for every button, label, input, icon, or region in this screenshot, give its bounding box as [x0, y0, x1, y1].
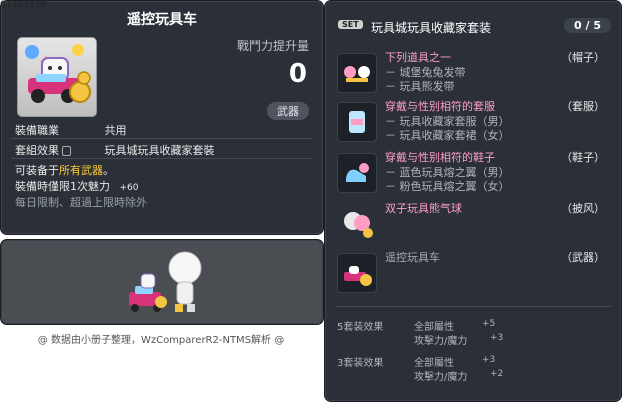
set-item-name: 遥控玩具车	[385, 251, 440, 264]
set-item-shoes: 穿戴与性别相符的鞋子 （鞋子） － 蓝色玩具熔之翼（男） － 粉色玩具熔之翼（女…	[337, 149, 611, 199]
set-panel: SET 玩具城玩具收藏家套装 0 / 5 下列道具之一 （帽子） － 城堡兔兔发…	[324, 0, 622, 402]
set-item-option: － 玩具熊发带	[385, 80, 455, 93]
toy-car-icon	[337, 253, 377, 293]
item-id: 01703339	[0, 0, 46, 10]
set-effect-level: 3套装效果	[337, 358, 384, 369]
item-title: 遥控玩具车	[127, 12, 197, 28]
toy-car-icon	[25, 44, 91, 103]
set-effect-value: 玩具城玩具收藏家套裝	[104, 144, 215, 157]
item-tooltip: 遥控玩具车 戰鬥力提升量 0 武器 裝備職業 共用 套組效果 玩具城玩具收藏家套…	[0, 0, 324, 235]
set-effect-label: 套組效果	[15, 142, 101, 158]
divider	[335, 306, 611, 307]
divider	[11, 158, 313, 159]
data-source-footer: @ 数据由小册子整理，WzComparerR2-NTMS解析 @	[37, 335, 285, 346]
set-row: 套組效果 玩具城玩具收藏家套裝	[15, 142, 215, 158]
set-name: 玩具城玩具收藏家套装	[371, 21, 492, 35]
charm-value: +60	[119, 183, 139, 193]
overall-icon	[337, 102, 377, 142]
set-count: 0 / 5	[564, 18, 611, 33]
set-tag: SET	[338, 20, 363, 29]
stat-name: 攻擊力/魔力	[414, 372, 468, 383]
type-badge: 武器	[267, 102, 309, 120]
shoes-icon	[337, 153, 377, 193]
bear-balloon-icon	[337, 204, 377, 244]
attack-increase-label: 戰鬥力提升量	[236, 39, 309, 53]
equip-weapon: 所有武器	[59, 164, 103, 177]
charm-line: 裝備時僅限1次魅力 +60	[15, 180, 139, 193]
set-item-slot: （武器）	[561, 251, 605, 264]
character-preview	[0, 239, 324, 325]
set-effect-5: 5套装效果 全部屬性 +5 攻擊力/魔力 +3	[337, 318, 611, 352]
hat-icon	[337, 53, 377, 93]
set-item-option: － 玩具收藏家套裙（女）	[385, 129, 510, 142]
set-item-slot: （套服）	[561, 100, 605, 113]
set-item-slot: （鞋子）	[561, 151, 605, 164]
job-value: 共用	[104, 124, 127, 137]
stat-name: 全部屬性	[414, 358, 454, 369]
stat-name: 攻擊力/魔力	[414, 336, 468, 347]
stat-value: +2	[490, 369, 504, 379]
stat-value: +3	[490, 333, 504, 343]
set-item-hat: 下列道具之一 （帽子） － 城堡兔兔发带 － 玩具熊发带	[337, 49, 611, 99]
divider	[11, 138, 313, 139]
lock-icon	[62, 146, 71, 156]
stat-value: +5	[482, 319, 496, 329]
job-label: 裝備職業	[15, 124, 59, 137]
set-item-overall: 穿戴与性别相符的套服 （套服） － 玩具收藏家套服（男） － 玩具收藏家套裙（女…	[337, 98, 611, 148]
set-item-option: － 粉色玩具熔之翼（女）	[385, 180, 510, 193]
attack-increase-value: 0	[288, 59, 307, 89]
item-icon	[17, 37, 97, 117]
stat-name: 全部屬性	[414, 322, 454, 333]
set-effect-level: 5套装效果	[337, 322, 384, 333]
set-item-name: 下列道具之一	[385, 51, 451, 64]
set-item-slot: （帽子）	[561, 51, 605, 64]
set-item-name: 穿戴与性别相符的套服	[385, 100, 495, 113]
set-item-cape: 双子玩具熊气球 （披风）	[337, 200, 611, 240]
set-item-name: 穿戴与性别相符的鞋子	[385, 151, 495, 164]
set-item-slot: （披风）	[561, 202, 605, 215]
job-row: 裝備職業 共用	[15, 122, 127, 138]
set-effect-3: 3套装效果 全部屬性 +3 攻擊力/魔力 +2	[337, 354, 611, 388]
set-item-weapon: 遥控玩具车 （武器）	[337, 249, 611, 293]
daily-limit: 每日限制、超過上限時除外	[15, 196, 147, 209]
equip-line: 可装备于所有武器。	[15, 164, 114, 177]
set-item-name: 双子玩具熊气球	[385, 202, 462, 215]
character-sprite	[129, 251, 202, 312]
stat-value: +3	[482, 355, 496, 365]
